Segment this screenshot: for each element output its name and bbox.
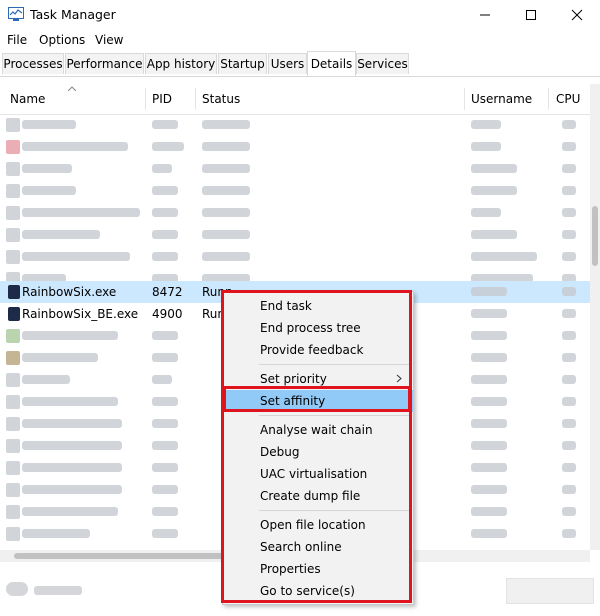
table-row[interactable] bbox=[0, 224, 590, 246]
column-divider[interactable] bbox=[464, 88, 465, 110]
table-row[interactable] bbox=[0, 202, 590, 224]
tab-processes[interactable]: Processes bbox=[2, 53, 64, 74]
close-button[interactable] bbox=[554, 0, 600, 30]
tab-strip: Processes Performance App history Startu… bbox=[0, 51, 600, 77]
process-icon bbox=[6, 206, 20, 220]
menu-bar: File Options View bbox=[0, 30, 600, 50]
task-manager-icon bbox=[8, 7, 24, 21]
process-icon bbox=[6, 162, 20, 176]
process-pid: 4900 bbox=[152, 307, 183, 321]
column-divider[interactable] bbox=[145, 88, 146, 110]
menu-item-end-process-tree[interactable]: End process tree bbox=[223, 317, 413, 339]
process-icon bbox=[6, 439, 20, 453]
table-header: Name PID Status Username CPU bbox=[0, 84, 590, 115]
process-icon bbox=[6, 373, 20, 387]
menu-item-open-file-location[interactable]: Open file location bbox=[223, 514, 413, 536]
column-divider[interactable] bbox=[548, 88, 549, 110]
submenu-arrow-icon bbox=[396, 374, 402, 383]
menu-item-create-dump-file[interactable]: Create dump file bbox=[223, 485, 413, 507]
table-row[interactable] bbox=[0, 180, 590, 202]
process-icon bbox=[6, 395, 20, 409]
menu-item-analyse-wait-chain[interactable]: Analyse wait chain bbox=[223, 419, 413, 441]
process-name: RainbowSix_BE.exe bbox=[22, 307, 139, 321]
column-header-username[interactable]: Username bbox=[471, 92, 532, 106]
tab-details[interactable]: Details bbox=[307, 51, 356, 76]
process-icon bbox=[6, 228, 20, 242]
context-menu: End task End process tree Provide feedba… bbox=[222, 291, 414, 605]
table-row[interactable] bbox=[0, 158, 590, 180]
table-row[interactable] bbox=[0, 246, 590, 268]
process-icon bbox=[6, 250, 20, 264]
process-pid: 8472 bbox=[152, 285, 183, 299]
menu-item-uac-virtualisation[interactable]: UAC virtualisation bbox=[223, 463, 413, 485]
window-title: Task Manager bbox=[30, 7, 116, 22]
end-task-button[interactable] bbox=[506, 578, 594, 604]
process-icon bbox=[6, 140, 20, 154]
menu-separator bbox=[259, 510, 409, 511]
column-header-name[interactable]: Name bbox=[10, 92, 45, 106]
rainbow-six-be-icon bbox=[8, 307, 20, 321]
tab-startup[interactable]: Startup bbox=[218, 53, 267, 74]
process-icon bbox=[6, 329, 20, 343]
menu-file[interactable]: File bbox=[7, 33, 27, 47]
process-icon bbox=[6, 483, 20, 497]
column-header-status[interactable]: Status bbox=[202, 92, 240, 106]
column-header-pid[interactable]: PID bbox=[152, 92, 172, 106]
maximize-icon bbox=[526, 10, 536, 20]
process-icon bbox=[6, 417, 20, 431]
menu-item-go-to-services[interactable]: Go to service(s) bbox=[223, 580, 413, 602]
process-icon bbox=[6, 505, 20, 519]
menu-item-provide-feedback[interactable]: Provide feedback bbox=[223, 339, 413, 361]
tab-services[interactable]: Services bbox=[356, 53, 409, 74]
fewer-details-icon[interactable] bbox=[6, 582, 28, 596]
process-icon bbox=[6, 461, 20, 475]
process-icon bbox=[6, 527, 20, 541]
tab-users[interactable]: Users bbox=[268, 53, 307, 74]
process-icon bbox=[6, 118, 20, 132]
menu-item-search-online[interactable]: Search online bbox=[223, 536, 413, 558]
vertical-scroll-thumb[interactable] bbox=[592, 206, 598, 266]
column-divider[interactable] bbox=[195, 88, 196, 110]
column-header-cpu[interactable]: CPU bbox=[556, 92, 580, 106]
menu-item-debug[interactable]: Debug bbox=[223, 441, 413, 463]
close-icon bbox=[571, 9, 583, 21]
menu-item-set-priority[interactable]: Set priority bbox=[223, 368, 413, 390]
process-name: RainbowSix.exe bbox=[22, 285, 117, 299]
maximize-button[interactable] bbox=[508, 0, 554, 30]
title-bar: Task Manager bbox=[0, 0, 600, 30]
minimize-button[interactable] bbox=[462, 0, 508, 30]
sort-ascending-icon bbox=[68, 86, 76, 91]
process-icon bbox=[6, 184, 20, 198]
vertical-scrollbar[interactable] bbox=[590, 84, 600, 550]
rainbow-six-icon bbox=[8, 285, 20, 299]
menu-separator bbox=[259, 415, 409, 416]
fewer-details-link[interactable] bbox=[34, 586, 82, 595]
menu-separator bbox=[259, 364, 409, 365]
process-icon bbox=[6, 351, 20, 365]
tab-app-history[interactable]: App history bbox=[145, 53, 217, 74]
minimize-icon bbox=[480, 14, 490, 16]
menu-item-set-affinity[interactable]: Set affinity bbox=[223, 390, 413, 412]
tab-performance[interactable]: Performance bbox=[65, 53, 144, 74]
menu-item-end-task[interactable]: End task bbox=[223, 295, 413, 317]
menu-options[interactable]: Options bbox=[39, 33, 85, 47]
menu-item-properties[interactable]: Properties bbox=[223, 558, 413, 580]
table-row[interactable] bbox=[0, 114, 590, 136]
menu-view[interactable]: View bbox=[95, 33, 123, 47]
table-row[interactable] bbox=[0, 136, 590, 158]
